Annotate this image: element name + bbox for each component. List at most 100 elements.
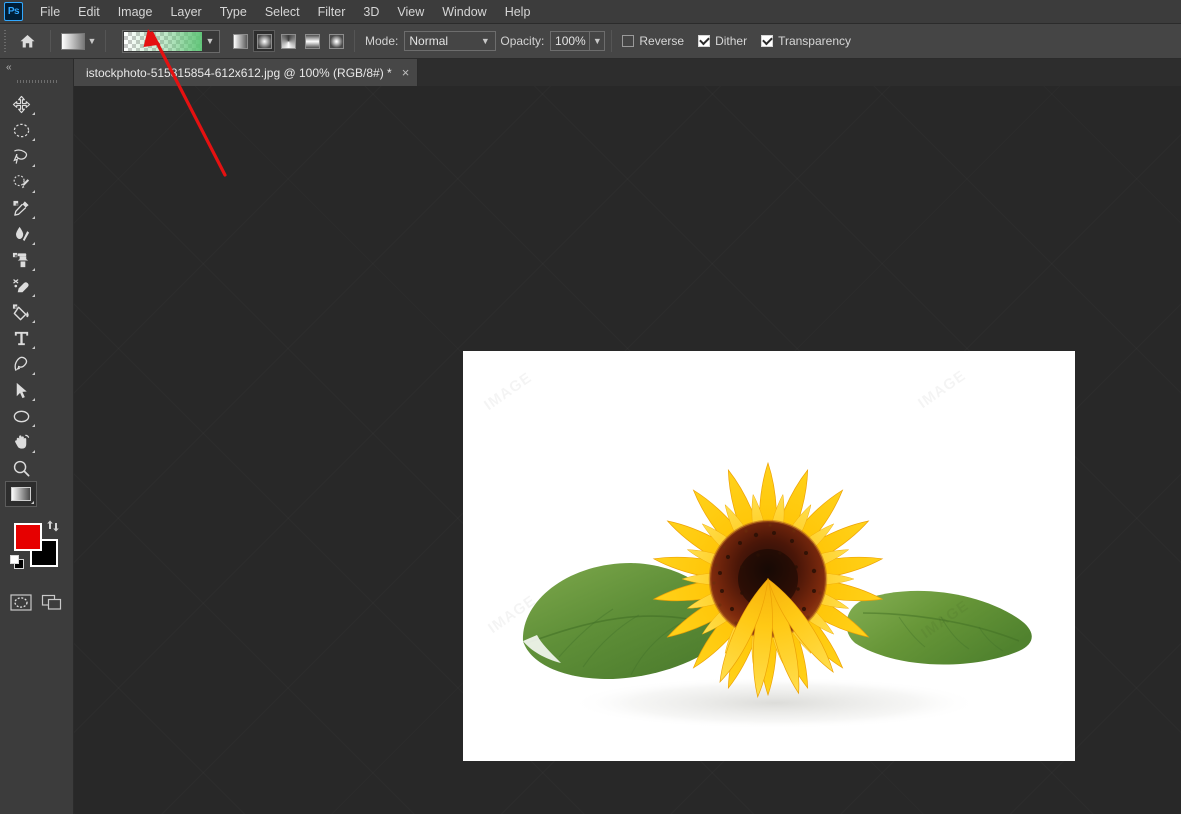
ellipse-tool-corner bbox=[32, 424, 35, 427]
quick-selection-icon bbox=[13, 174, 29, 188]
eraser-icon bbox=[12, 278, 29, 292]
move-tool-corner bbox=[32, 112, 35, 115]
tool-preset-picker[interactable]: ▼ bbox=[61, 32, 99, 50]
gradient-chevron-down-icon[interactable]: ▼ bbox=[202, 32, 218, 51]
gradient-tool-corner bbox=[31, 501, 34, 504]
eyedropper-tool[interactable] bbox=[5, 195, 37, 221]
dither-checkbox-box[interactable] bbox=[698, 35, 711, 47]
healing-brush-icon bbox=[15, 226, 29, 241]
move-tool[interactable] bbox=[5, 91, 37, 117]
options-bar-grip[interactable] bbox=[0, 24, 10, 59]
screen-mode-button[interactable] bbox=[37, 589, 69, 615]
menu-window[interactable]: Window bbox=[433, 1, 495, 23]
quick-mask-button[interactable] bbox=[5, 589, 37, 615]
blend-mode-select[interactable]: Normal ▼ bbox=[404, 31, 497, 51]
document-canvas[interactable]: IMAGE IMAGE IMAGE IMAGE bbox=[463, 351, 1075, 761]
paint-bucket-tool[interactable] bbox=[5, 299, 37, 325]
dither-checkbox[interactable]: Dither bbox=[698, 34, 747, 48]
menu-view[interactable]: View bbox=[388, 1, 433, 23]
diamond-gradient-button[interactable] bbox=[325, 30, 347, 52]
pen-tool[interactable] bbox=[5, 351, 37, 377]
clone-stamp-icon bbox=[12, 252, 28, 267]
radial-gradient-button[interactable] bbox=[253, 30, 275, 52]
home-button[interactable] bbox=[10, 24, 44, 59]
menu-layer[interactable]: Layer bbox=[161, 1, 210, 23]
gradient-tool[interactable] bbox=[5, 481, 37, 507]
default-colors-icon[interactable] bbox=[10, 555, 25, 570]
menu-type[interactable]: Type bbox=[211, 1, 256, 23]
path-selection-tool[interactable] bbox=[5, 377, 37, 403]
zoom-tool-icon bbox=[13, 460, 29, 476]
angle-gradient-button[interactable] bbox=[277, 30, 299, 52]
lasso-tool-corner bbox=[32, 164, 35, 167]
mode-label: Mode: bbox=[365, 34, 399, 48]
reverse-label: Reverse bbox=[639, 34, 685, 48]
clone-stamp-tool[interactable] bbox=[5, 247, 37, 273]
foreground-color-swatch[interactable] bbox=[14, 523, 42, 551]
tools-panel: « bbox=[0, 59, 74, 814]
lasso-tool[interactable] bbox=[5, 143, 37, 169]
menu-select[interactable]: Select bbox=[256, 1, 309, 23]
elliptical-marquee-icon bbox=[13, 123, 29, 137]
healing-brush-corner bbox=[32, 242, 35, 245]
transparency-checkbox-box[interactable] bbox=[761, 35, 774, 47]
reverse-checkbox-box[interactable] bbox=[622, 35, 635, 47]
hand-tool-corner bbox=[32, 450, 35, 453]
eyedropper-corner bbox=[32, 216, 35, 219]
zoom-tool[interactable] bbox=[5, 455, 37, 481]
eraser-tool[interactable] bbox=[5, 273, 37, 299]
swap-colors-icon[interactable] bbox=[46, 519, 60, 533]
screen-mode-icon bbox=[42, 594, 62, 610]
tools-grid bbox=[0, 87, 73, 507]
elliptical-marquee-tool[interactable] bbox=[5, 117, 37, 143]
toolbar-grip[interactable] bbox=[0, 75, 73, 87]
eraser-corner bbox=[32, 294, 35, 297]
linear-gradient-button[interactable] bbox=[229, 30, 251, 52]
menu-image[interactable]: Image bbox=[109, 1, 162, 23]
hand-tool-icon bbox=[14, 434, 29, 449]
home-icon bbox=[20, 34, 34, 47]
type-tool-icon bbox=[14, 331, 28, 345]
gradient-picker[interactable]: ▼ bbox=[122, 29, 220, 53]
quick-mask-icon bbox=[10, 593, 32, 611]
mode-buttons bbox=[0, 581, 73, 615]
ellipse-tool-icon bbox=[13, 410, 29, 422]
tool-preset-chevron-down-icon[interactable]: ▼ bbox=[85, 33, 99, 50]
blend-mode-value: Normal bbox=[409, 34, 449, 48]
hand-tool[interactable] bbox=[5, 429, 37, 455]
blend-mode-chevron-down-icon[interactable]: ▼ bbox=[479, 32, 491, 50]
reflected-gradient-button[interactable] bbox=[301, 30, 323, 52]
eyedropper-icon bbox=[12, 200, 29, 216]
type-tool-corner bbox=[32, 346, 35, 349]
options-checkbox-group: Reverse Dither Transparency bbox=[622, 34, 865, 48]
gradient-tool-icon bbox=[11, 487, 31, 501]
opacity-field[interactable]: 100% ▼ bbox=[550, 31, 606, 51]
photoshop-logo-icon: Ps bbox=[4, 2, 23, 21]
options-separator-1 bbox=[50, 30, 51, 52]
toolbar-collapse-button[interactable]: « bbox=[0, 59, 73, 75]
healing-brush-tool[interactable] bbox=[5, 221, 37, 247]
type-tool[interactable] bbox=[5, 325, 37, 351]
menu-3d[interactable]: 3D bbox=[354, 1, 388, 23]
menu-file[interactable]: File bbox=[31, 1, 69, 23]
close-icon[interactable]: × bbox=[402, 66, 410, 79]
reverse-checkbox[interactable]: Reverse bbox=[622, 34, 684, 48]
opacity-value[interactable]: 100% bbox=[551, 34, 589, 48]
options-bar: ▼ ▼ Mode: Normal ▼ Opacity: 100% ▼ Rever… bbox=[0, 24, 1181, 59]
default-foreground bbox=[10, 555, 19, 564]
gradient-preview-swatch[interactable] bbox=[124, 31, 202, 51]
options-separator-4 bbox=[611, 30, 613, 52]
menu-edit[interactable]: Edit bbox=[69, 1, 109, 23]
transparency-checkbox[interactable]: Transparency bbox=[761, 34, 851, 48]
ellipse-tool[interactable] bbox=[5, 403, 37, 429]
menu-bar: Ps File Edit Image Layer Type Select Fil… bbox=[0, 0, 1181, 24]
canvas-area[interactable]: IMAGE IMAGE IMAGE IMAGE bbox=[74, 86, 1181, 814]
menu-help[interactable]: Help bbox=[496, 1, 540, 23]
path-selection-icon bbox=[16, 382, 27, 398]
document-tab[interactable]: istockphoto-515815854-612x612.jpg @ 100%… bbox=[74, 59, 419, 86]
quick-selection-tool[interactable] bbox=[5, 169, 37, 195]
options-separator-3 bbox=[354, 30, 355, 52]
opacity-chevron-down-icon[interactable]: ▼ bbox=[590, 33, 604, 50]
gradient-type-group bbox=[228, 30, 348, 52]
menu-filter[interactable]: Filter bbox=[309, 1, 355, 23]
